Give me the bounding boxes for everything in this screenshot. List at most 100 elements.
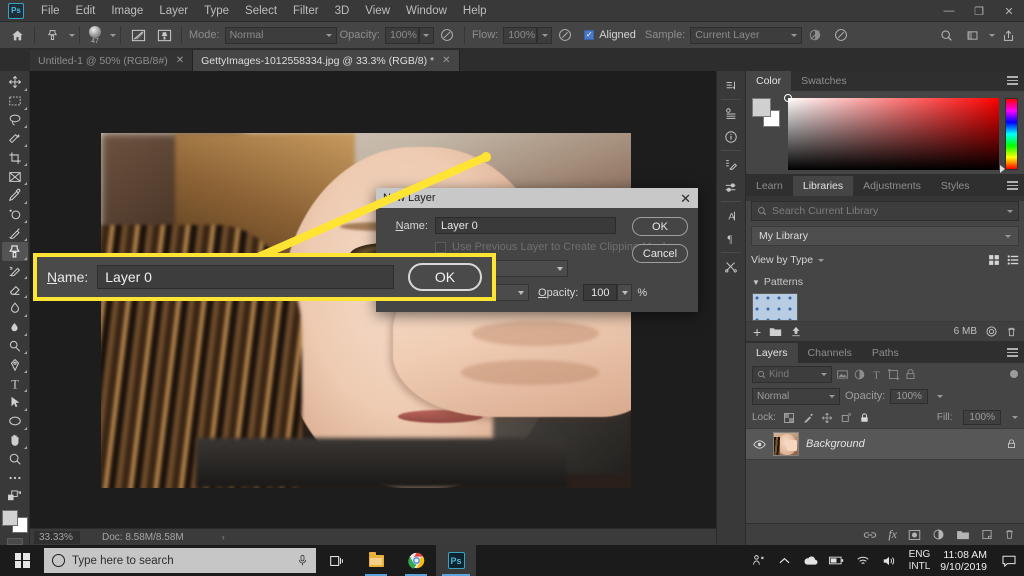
file-explorer-icon[interactable] bbox=[356, 545, 396, 576]
move-tool[interactable] bbox=[2, 73, 28, 92]
layer-blend-mode-select[interactable]: Normal bbox=[752, 387, 840, 405]
volume-icon[interactable] bbox=[876, 545, 902, 576]
tab-untitled-1[interactable]: Untitled-1 @ 50% (RGB/8#) ✕ bbox=[30, 50, 194, 71]
layer-filter-kind-select[interactable]: Kind bbox=[752, 365, 832, 383]
arrange-documents-icon[interactable] bbox=[959, 23, 985, 48]
start-button[interactable] bbox=[0, 545, 44, 576]
chevron-down-icon[interactable] bbox=[936, 394, 943, 398]
fill-value[interactable]: 100% bbox=[963, 410, 1001, 425]
close-icon[interactable]: ✕ bbox=[680, 192, 691, 205]
panel-menu-icon[interactable] bbox=[1007, 348, 1018, 359]
crop-tool[interactable] bbox=[2, 148, 28, 167]
color-swatches[interactable] bbox=[752, 98, 782, 128]
color-picker-marker[interactable] bbox=[784, 94, 792, 102]
maximize-button[interactable]: ❐ bbox=[964, 0, 994, 22]
pattern-thumbnail[interactable] bbox=[752, 293, 798, 321]
onedrive-icon[interactable] bbox=[798, 545, 824, 576]
blur-tool[interactable] bbox=[2, 318, 28, 337]
layer-name[interactable]: Background bbox=[806, 438, 865, 450]
zoom-tool[interactable] bbox=[2, 450, 28, 469]
tab-swatches[interactable]: Swatches bbox=[791, 71, 857, 91]
foreground-color-swatch[interactable] bbox=[752, 98, 771, 117]
brush-settings-icon[interactable] bbox=[718, 153, 744, 176]
hue-slider[interactable] bbox=[1000, 98, 1018, 173]
filter-toggle-icon[interactable] bbox=[1010, 370, 1018, 378]
ellipse-tool[interactable] bbox=[2, 412, 28, 431]
add-icon[interactable]: + bbox=[753, 324, 761, 340]
photoshop-icon[interactable]: Ps bbox=[436, 545, 476, 576]
close-icon[interactable]: ✕ bbox=[442, 55, 450, 66]
dialog-opacity-input[interactable]: 100 bbox=[583, 284, 618, 301]
dialog-opacity-dropdown[interactable] bbox=[617, 284, 633, 301]
menu-type[interactable]: Type bbox=[196, 2, 237, 20]
type-filter-icon[interactable]: T bbox=[870, 368, 883, 381]
paragraph-panel-icon[interactable]: ¶ bbox=[718, 227, 744, 250]
grid-view-icon[interactable] bbox=[988, 254, 1000, 266]
dodge-tool[interactable] bbox=[2, 337, 28, 356]
layer-mask-icon[interactable] bbox=[908, 529, 921, 541]
lock-position-icon[interactable] bbox=[821, 412, 833, 424]
actions-panel-icon[interactable] bbox=[718, 102, 744, 125]
battery-icon[interactable] bbox=[824, 545, 850, 576]
menu-layer[interactable]: Layer bbox=[151, 2, 196, 20]
adjustment-layer-icon[interactable] bbox=[932, 528, 945, 541]
flow-input[interactable]: 100% bbox=[503, 26, 538, 44]
close-icon[interactable]: ✕ bbox=[176, 55, 184, 66]
chrome-icon[interactable] bbox=[396, 545, 436, 576]
callout-name-input[interactable]: Layer 0 bbox=[97, 265, 394, 289]
clone-stamp-icon[interactable] bbox=[39, 23, 65, 48]
lock-artboard-icon[interactable] bbox=[840, 412, 852, 424]
brush-preview-picker[interactable]: 47 bbox=[84, 23, 106, 48]
foreground-color-swatch[interactable] bbox=[1, 510, 18, 527]
tab-gettyimages[interactable]: GettyImages-1012558334.jpg @ 33.3% (RGB/… bbox=[193, 50, 460, 71]
status-expand-icon[interactable]: › bbox=[222, 532, 225, 542]
character-panel-icon[interactable]: A bbox=[718, 204, 744, 227]
layers-empty-area[interactable] bbox=[746, 460, 1024, 523]
sync-icon[interactable] bbox=[985, 325, 998, 338]
menu-view[interactable]: View bbox=[357, 2, 398, 20]
link-layers-icon[interactable] bbox=[863, 530, 877, 540]
lock-image-icon[interactable] bbox=[802, 412, 814, 424]
gradient-tool[interactable] bbox=[2, 299, 28, 318]
library-search-input[interactable]: Search Current Library bbox=[751, 201, 1019, 221]
tab-styles[interactable]: Styles bbox=[931, 176, 980, 196]
tab-adjustments[interactable]: Adjustments bbox=[853, 176, 931, 196]
edit-toolbar-button[interactable] bbox=[2, 468, 28, 487]
frame-tool[interactable] bbox=[2, 167, 28, 186]
search-input[interactable]: Type here to search bbox=[44, 548, 316, 573]
brush-tool[interactable] bbox=[2, 224, 28, 243]
zoom-level[interactable]: 33.33% bbox=[34, 530, 80, 544]
wifi-icon[interactable] bbox=[850, 545, 876, 576]
history-brush-tool[interactable] bbox=[2, 261, 28, 280]
microphone-icon[interactable] bbox=[297, 554, 308, 567]
new-group-icon[interactable] bbox=[956, 529, 970, 540]
ok-button[interactable]: OK bbox=[632, 217, 688, 236]
eraser-tool[interactable] bbox=[2, 280, 28, 299]
aligned-checkbox[interactable]: ✓ Aligned bbox=[584, 29, 636, 41]
panel-menu-icon[interactable] bbox=[1007, 181, 1018, 192]
quick-selection-tool[interactable] bbox=[2, 129, 28, 148]
shape-filter-icon[interactable] bbox=[887, 368, 900, 381]
menu-edit[interactable]: Edit bbox=[68, 2, 104, 20]
menu-3d[interactable]: 3D bbox=[327, 2, 358, 20]
layer-style-icon[interactable]: fx bbox=[888, 527, 897, 542]
library-group-patterns[interactable]: ▼ Patterns bbox=[752, 276, 1024, 288]
mode-select[interactable]: Normal bbox=[224, 26, 337, 44]
new-layer-icon[interactable] bbox=[981, 528, 993, 541]
share-icon[interactable] bbox=[995, 23, 1021, 48]
hue-slider-marker[interactable] bbox=[1000, 165, 1005, 173]
history-panel-icon[interactable] bbox=[718, 74, 744, 97]
brush-settings-panel-icon[interactable] bbox=[125, 23, 151, 48]
pixel-filter-icon[interactable] bbox=[836, 368, 849, 381]
menu-select[interactable]: Select bbox=[237, 2, 285, 20]
marquee-tool[interactable] bbox=[2, 92, 28, 111]
home-icon[interactable] bbox=[4, 23, 30, 48]
layer-name-input[interactable]: Layer 0 bbox=[435, 217, 616, 234]
pen-tool[interactable] bbox=[2, 355, 28, 374]
brush-preset-caret-icon[interactable] bbox=[110, 33, 116, 37]
layer-thumbnail[interactable] bbox=[773, 432, 799, 456]
layer-row-background[interactable]: Background bbox=[746, 428, 1024, 460]
smart-object-filter-icon[interactable] bbox=[904, 368, 917, 381]
menu-file[interactable]: File bbox=[33, 2, 68, 20]
opacity-input[interactable]: 100% bbox=[384, 26, 419, 44]
